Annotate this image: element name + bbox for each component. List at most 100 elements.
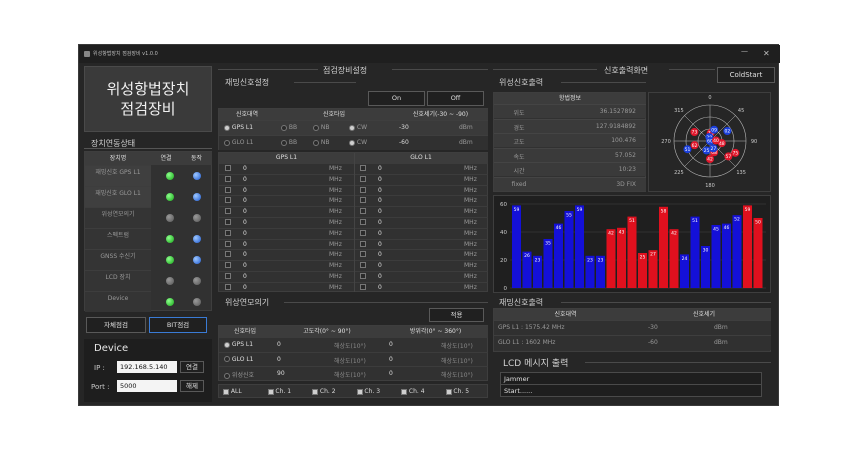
glo-freq-input[interactable]: 0: [378, 187, 382, 194]
gps-freq-input[interactable]: 0: [243, 251, 247, 258]
chart-bar-label: 27: [650, 252, 656, 258]
glo-freq-input[interactable]: 0: [378, 176, 382, 183]
gps-freq-input[interactable]: 0: [243, 230, 247, 237]
band-radio[interactable]: GLO L1: [224, 139, 254, 146]
glo-freq-input[interactable]: 0: [378, 219, 382, 226]
check-settings-header: 점검장비설정: [323, 66, 368, 75]
gps-freq-checkbox[interactable]: [225, 262, 231, 269]
lcd-header: LCD 메시지 출력: [503, 359, 569, 369]
channel-checkbox[interactable]: Ch. 2: [312, 388, 336, 395]
elevation-input[interactable]: 0: [277, 341, 281, 348]
channel-checkbox[interactable]: Ch. 4: [401, 388, 425, 395]
glo-freq-checkbox[interactable]: [360, 251, 366, 258]
brand-line2: 점검장비: [120, 100, 176, 118]
disconnect-button[interactable]: 해제: [180, 380, 204, 392]
glo-freq-header: GLO L1: [354, 153, 488, 163]
glo-freq-input[interactable]: 0: [378, 251, 382, 258]
glo-freq-checkbox[interactable]: [360, 197, 366, 204]
gps-freq-input[interactable]: 0: [243, 262, 247, 269]
glo-freq-checkbox[interactable]: [360, 186, 366, 193]
cold-start-button[interactable]: ColdStart: [717, 67, 775, 83]
channel-checkbox[interactable]: Ch. 5: [445, 388, 469, 395]
gps-freq-checkbox[interactable]: [225, 197, 231, 204]
gps-freq-checkbox[interactable]: [225, 273, 231, 279]
glo-freq-input[interactable]: 0: [378, 262, 382, 269]
glo-freq-checkbox[interactable]: [360, 229, 366, 236]
glo-freq-checkbox[interactable]: [360, 240, 366, 247]
glo-freq-input[interactable]: 0: [378, 165, 382, 172]
channel-checkbox[interactable]: Ch. 3: [356, 388, 380, 395]
gps-freq-input[interactable]: 0: [243, 176, 247, 183]
channel-checkbox[interactable]: Ch. 1: [267, 388, 291, 395]
signal-type-cw-radio[interactable]: CW: [349, 139, 367, 146]
chart-y-tick: 20: [500, 258, 507, 264]
gps-freq-input[interactable]: 0: [243, 187, 247, 194]
gps-freq-input[interactable]: 0: [243, 284, 247, 291]
glo-freq-input[interactable]: 0: [378, 230, 382, 237]
glo-freq-checkbox[interactable]: [360, 165, 366, 171]
self-test-button[interactable]: 자체점검: [86, 317, 146, 333]
connect-button[interactable]: 연결: [180, 361, 204, 373]
sim-table: 신호타입 고도각(0° ~ 90°) 방위각(0° ~ 360°) GPS L1…: [218, 325, 488, 381]
glo-freq-input[interactable]: 0: [378, 241, 382, 248]
signal-type-nb-radio[interactable]: NB: [313, 124, 330, 131]
sim-apply-button[interactable]: 적용: [429, 308, 484, 322]
signal-type-nb-radio[interactable]: NB: [313, 139, 330, 146]
power-unit: dBm: [459, 124, 473, 131]
gps-freq-input[interactable]: 0: [243, 165, 247, 172]
bit-test-button[interactable]: BIT점검: [149, 317, 207, 333]
gps-freq-checkbox[interactable]: [225, 175, 231, 182]
close-icon[interactable]: ✕: [763, 45, 770, 63]
signal-type-bb-radio[interactable]: BB: [281, 124, 297, 131]
jam-out-band: GLO L1 : 1602 MHz: [498, 339, 556, 346]
minimize-icon[interactable]: —: [741, 42, 748, 60]
gps-freq-checkbox[interactable]: [225, 283, 231, 290]
gps-freq-checkbox[interactable]: [225, 251, 231, 258]
chart-bar: [617, 227, 626, 288]
sim-type-radio[interactable]: 위성신호: [224, 370, 254, 379]
azimuth-input[interactable]: 0: [389, 356, 393, 363]
azimuth-input[interactable]: 0: [389, 370, 393, 377]
gps-freq-checkbox[interactable]: [225, 229, 231, 236]
band-radio[interactable]: GPS L1: [224, 124, 253, 131]
gps-freq-input[interactable]: 0: [243, 273, 247, 280]
signal-type-cw-radio[interactable]: CW: [349, 124, 367, 131]
glo-freq-checkbox[interactable]: [360, 283, 366, 290]
glo-freq-checkbox[interactable]: [360, 262, 366, 269]
power-input[interactable]: -30: [399, 124, 409, 131]
gps-freq-input[interactable]: 0: [243, 241, 247, 248]
gps-freq-input[interactable]: 0: [243, 219, 247, 226]
ip-input[interactable]: 192.168.5.140: [117, 361, 177, 373]
freq-unit: MHz: [329, 273, 342, 280]
glo-freq-input[interactable]: 0: [378, 197, 382, 204]
elevation-input[interactable]: 0: [277, 356, 281, 363]
glo-freq-checkbox[interactable]: [360, 219, 366, 225]
elevation-input[interactable]: 90: [277, 370, 285, 377]
signal-type-bb-radio[interactable]: BB: [281, 139, 297, 146]
gps-freq-checkbox[interactable]: [225, 208, 231, 215]
glo-freq-input[interactable]: 0: [378, 273, 382, 280]
chart-bar-label: 46: [556, 225, 562, 231]
glo-freq-checkbox[interactable]: [360, 208, 366, 215]
gps-freq-input[interactable]: 0: [243, 208, 247, 215]
gps-freq-checkbox[interactable]: [225, 219, 231, 225]
channel-checkbox[interactable]: ALL: [223, 388, 242, 395]
sim-type-radio[interactable]: GLO L1: [224, 356, 254, 363]
jam-on-button[interactable]: On: [368, 91, 425, 106]
jam-off-button[interactable]: Off: [427, 91, 484, 106]
glo-freq-input[interactable]: 0: [378, 284, 382, 291]
glo-freq-checkbox[interactable]: [360, 273, 366, 279]
freq-unit: MHz: [329, 219, 342, 226]
gps-freq-checkbox[interactable]: [225, 186, 231, 193]
port-input[interactable]: 5000: [117, 380, 177, 392]
glo-freq-checkbox[interactable]: [360, 175, 366, 182]
power-input[interactable]: -60: [399, 139, 409, 146]
device-name: GNSS 수신기: [85, 249, 151, 270]
sim-type-radio[interactable]: GPS L1: [224, 341, 253, 348]
gps-freq-input[interactable]: 0: [243, 197, 247, 204]
azimuth-input[interactable]: 0: [389, 341, 393, 348]
gps-freq-checkbox[interactable]: [225, 165, 231, 171]
gps-freq-checkbox[interactable]: [225, 240, 231, 247]
window-title: 위성항법장치 점검장비 v1.0.0: [93, 51, 158, 57]
glo-freq-input[interactable]: 0: [378, 208, 382, 215]
